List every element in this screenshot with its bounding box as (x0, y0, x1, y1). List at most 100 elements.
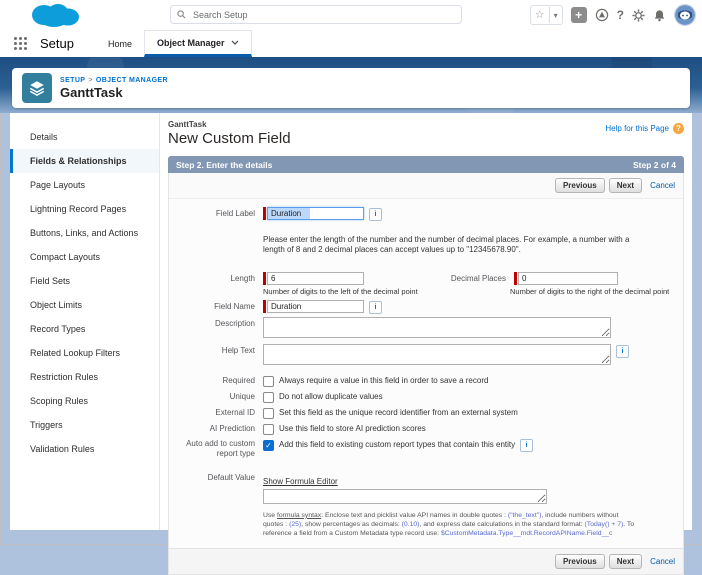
hint-text: , show percentages as decimals: (301, 521, 402, 528)
favorites-caret-icon[interactable]: ▾ (550, 11, 562, 20)
hint-text: Use (263, 512, 277, 519)
sidebar-item-fields-relationships[interactable]: Fields & Relationships (10, 149, 159, 173)
external-id-checkbox-row: External ID Set this field as the unique… (171, 407, 677, 419)
length-help-text: Number of digits to the left of the deci… (263, 287, 510, 296)
banner-card: SETUP>OBJECT MANAGER GanttTask (12, 68, 690, 108)
auto-add-report-label: Auto add to custom report type (171, 439, 255, 459)
sidebar-item-compact-layouts[interactable]: Compact Layouts (10, 245, 159, 269)
setup-nav-bar: Setup Home Object Manager (0, 30, 702, 57)
content-area: DetailsFields & RelationshipsPage Layout… (10, 113, 692, 530)
help-text-textarea[interactable] (263, 344, 611, 365)
length-input[interactable] (267, 272, 364, 285)
formula-syntax-link[interactable]: formula syntax (277, 512, 321, 519)
chevron-down-icon (231, 40, 239, 45)
tab-object-manager[interactable]: Object Manager (144, 30, 252, 57)
unique-label: Unique (171, 391, 255, 402)
external-id-label: External ID (171, 407, 255, 418)
sidebar-item-restriction-rules[interactable]: Restriction Rules (10, 365, 159, 389)
sidebar-item-details[interactable]: Details (10, 125, 159, 149)
auto-add-report-checkbox[interactable]: ✓ (263, 440, 274, 451)
unique-checkbox-row: Unique Do not allow duplicate values (171, 391, 677, 403)
previous-button[interactable]: Previous (555, 554, 605, 569)
field-name-input[interactable] (267, 300, 364, 313)
required-indicator (263, 300, 266, 313)
breadcrumb[interactable]: SETUP>OBJECT MANAGER (60, 77, 168, 84)
tab-object-manager-label: Object Manager (157, 38, 225, 48)
ai-prediction-label: AI Prediction (171, 423, 255, 434)
quick-add-icon[interactable]: + (571, 7, 587, 23)
hint-text: (0.10) (402, 521, 420, 528)
decimal-places-input[interactable] (518, 272, 618, 285)
required-checkbox[interactable] (263, 376, 274, 387)
description-textarea[interactable] (263, 317, 611, 338)
sidebar-item-page-layouts[interactable]: Page Layouts (10, 173, 159, 197)
search-icon (177, 10, 186, 19)
step-indicator: Step 2 of 4 (633, 160, 676, 170)
sidebar-item-object-limits[interactable]: Object Limits (10, 293, 159, 317)
help-question-icon[interactable]: ? (673, 123, 684, 134)
unique-checkbox-text: Do not allow duplicate values (279, 391, 383, 401)
field-label-label: Field Label (171, 207, 255, 219)
field-label-input[interactable] (267, 207, 364, 220)
external-id-checkbox[interactable] (263, 408, 274, 419)
sidebar-item-record-types[interactable]: Record Types (10, 317, 159, 341)
header-icons: ☆ ▾ + ? (530, 0, 696, 30)
sidebar-item-field-sets[interactable]: Field Sets (10, 269, 159, 293)
sidebar-item-related-lookup-filters[interactable]: Related Lookup Filters (10, 341, 159, 365)
sidebar-item-lightning-record-pages[interactable]: Lightning Record Pages (10, 197, 159, 221)
notifications-bell-icon[interactable] (653, 9, 666, 22)
page-header: GanttTask New Custom Field Help for this… (168, 120, 684, 147)
previous-button[interactable]: Previous (555, 178, 605, 193)
tab-home[interactable]: Home (96, 30, 144, 57)
ai-prediction-checkbox[interactable] (263, 424, 274, 435)
show-formula-editor-link[interactable]: Show Formula Editor (263, 477, 338, 486)
help-icon[interactable]: ? (617, 8, 624, 22)
description-row: Description (171, 317, 677, 338)
unique-checkbox[interactable] (263, 392, 274, 403)
cancel-link[interactable]: Cancel (650, 557, 675, 566)
required-indicator (263, 207, 266, 220)
cancel-link[interactable]: Cancel (650, 181, 675, 190)
info-icon[interactable]: i (616, 345, 629, 358)
hint-text: (Today() + 7) (585, 521, 624, 528)
sidebar-item-triggers[interactable]: Triggers (10, 413, 159, 437)
number-intro-text: Please enter the length of the number an… (263, 235, 645, 256)
bottom-button-row: Previous Next Cancel (169, 548, 683, 574)
setup-gear-icon[interactable] (632, 9, 645, 22)
search-setup-box (170, 5, 462, 24)
required-checkbox-text: Always require a value in this field in … (279, 375, 488, 385)
custom-object-icon (22, 73, 52, 103)
length-label: Length (171, 272, 255, 284)
field-details-form: Field Label i Please enter the length of… (169, 199, 683, 548)
global-header: ☆ ▾ + ? (0, 0, 702, 30)
next-button[interactable]: Next (609, 554, 642, 569)
formula-syntax-hint: Use formula syntax: Enclose text and pic… (263, 511, 635, 539)
default-value-textarea[interactable] (263, 489, 547, 504)
auto-add-report-checkbox-row: Auto add to custom report type ✓ Add thi… (171, 439, 677, 459)
breadcrumb-setup[interactable]: SETUP (60, 77, 85, 84)
next-button[interactable]: Next (609, 178, 642, 193)
info-icon[interactable]: i (520, 439, 533, 452)
description-label: Description (171, 317, 255, 329)
info-icon[interactable]: i (369, 208, 382, 221)
salesforce-logo (24, 2, 86, 28)
hint-text: : Enclose text and picklist value API na… (321, 512, 508, 519)
favorites-star-icon[interactable]: ☆ (531, 7, 549, 23)
required-indicator (263, 272, 266, 285)
user-avatar[interactable] (674, 4, 696, 26)
object-title: GanttTask (60, 85, 168, 100)
app-name: Setup (40, 36, 74, 51)
sidebar-item-validation-rules[interactable]: Validation Rules (10, 437, 159, 461)
search-input[interactable] (191, 9, 455, 21)
sidebar-item-scoping-rules[interactable]: Scoping Rules (10, 389, 159, 413)
length-decimal-row: Length Decimal Places (171, 272, 677, 285)
app-launcher-icon[interactable] (14, 37, 28, 51)
decimal-places-help-text: Number of digits to the right of the dec… (510, 287, 669, 296)
object-manager-sidebar: DetailsFields & RelationshipsPage Layout… (10, 113, 160, 530)
guidance-center-icon[interactable] (595, 8, 609, 22)
sidebar-item-buttons-links-and-actions[interactable]: Buttons, Links, and Actions (10, 221, 159, 245)
info-icon[interactable]: i (369, 301, 382, 314)
main-panel: GanttTask New Custom Field Help for this… (160, 113, 692, 530)
breadcrumb-object-manager[interactable]: OBJECT MANAGER (96, 77, 168, 84)
help-for-page-link[interactable]: Help for this Page (605, 124, 669, 133)
